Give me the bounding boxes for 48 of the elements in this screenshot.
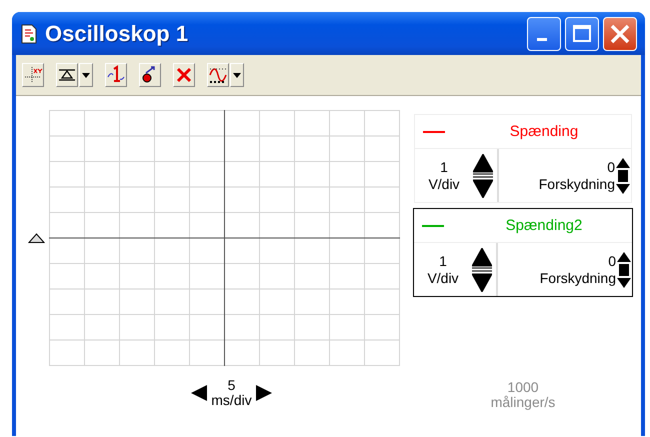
trigger-button[interactable] — [56, 63, 78, 87]
wave-grid-button[interactable] — [207, 63, 229, 87]
delete-icon — [174, 65, 194, 85]
axes-icon — [23, 65, 43, 85]
up-down-arrows-icon — [473, 154, 493, 198]
up-down-arrows-icon — [617, 252, 631, 288]
channel-panel[interactable]: Spænding2 1 V/div 0 Forskydning — [413, 208, 633, 297]
offset-value: 0 — [607, 158, 615, 176]
scale-unit: V/div — [428, 176, 460, 192]
channel-one-button[interactable] — [105, 63, 127, 87]
close-button[interactable] — [603, 16, 637, 50]
scale-value: 1 — [440, 158, 448, 176]
dropdown-button[interactable] — [230, 63, 244, 87]
sample-rate-value: 1000 — [507, 380, 539, 395]
channel-panel[interactable]: Spænding 1 V/div 0 Forskydning — [414, 114, 632, 203]
up-down-arrows-icon — [616, 158, 630, 194]
channel-name: Spænding2 — [504, 217, 584, 234]
window-title: Oscilloskop 1 — [45, 20, 190, 46]
offset-spinner[interactable] — [617, 252, 631, 288]
up-down-arrows-icon — [472, 248, 492, 292]
dropdown-button[interactable] — [79, 63, 93, 87]
caret-icon — [82, 72, 90, 78]
offset-label: Forskydning — [538, 176, 615, 192]
channel-name: Spænding — [508, 123, 580, 140]
scale-value: 1 — [439, 252, 447, 270]
increase-button[interactable] — [256, 385, 272, 401]
offset-label: Forskydning — [540, 270, 616, 286]
delete-button[interactable] — [173, 63, 195, 87]
scale-spinner[interactable] — [473, 154, 493, 198]
left-arrow-icon — [191, 385, 208, 401]
decrease-button[interactable] — [191, 385, 208, 401]
scale-unit: V/div — [427, 270, 459, 286]
document-icon — [20, 24, 38, 44]
minimize-button[interactable] — [527, 16, 561, 50]
right-arrow-icon — [256, 385, 272, 401]
timebase-unit: ms/div — [211, 393, 252, 408]
sample-rate-unit: målinger/s — [490, 395, 556, 410]
offset-value: 0 — [608, 252, 616, 270]
axes-button[interactable] — [22, 63, 44, 87]
scale-spinner[interactable] — [472, 248, 492, 292]
probe-button[interactable] — [139, 63, 161, 87]
minimize-icon — [537, 38, 547, 40]
caret-icon — [233, 72, 241, 78]
trigger-level-marker[interactable] — [28, 233, 45, 243]
timebase-value: 5 — [228, 378, 236, 393]
offset-spinner[interactable] — [616, 158, 630, 194]
maximize-button[interactable] — [565, 16, 599, 50]
channel-one-icon — [106, 65, 126, 85]
